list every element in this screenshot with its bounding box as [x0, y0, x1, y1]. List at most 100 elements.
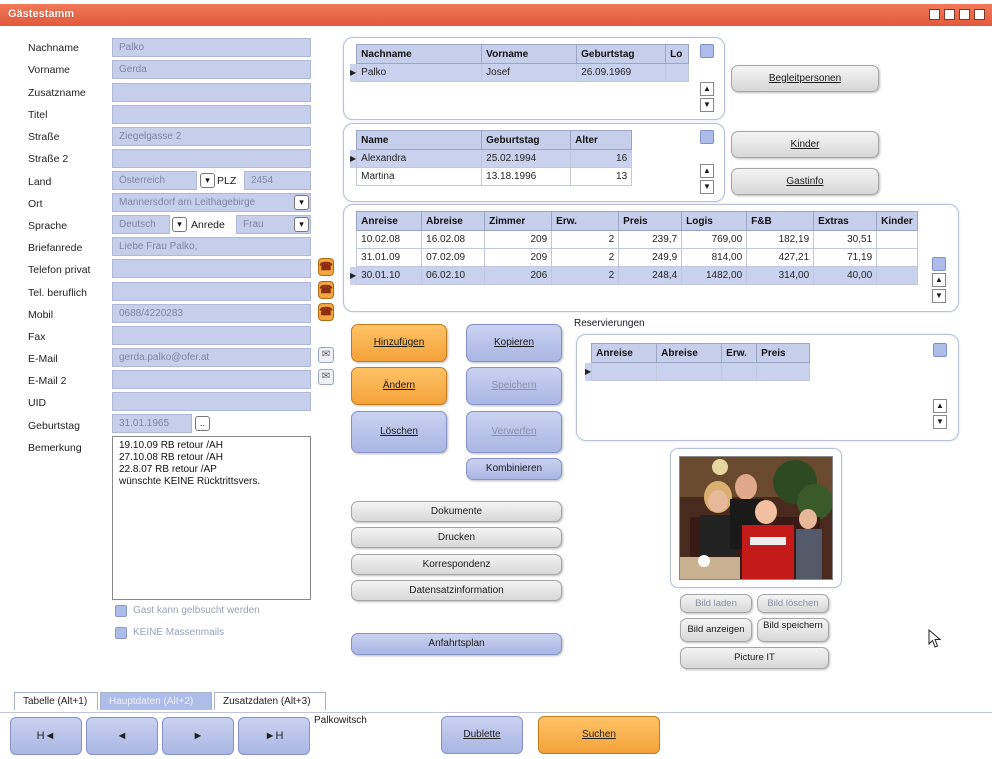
tel-beruflich-field[interactable]	[112, 282, 311, 301]
scroll-up-icon[interactable]: ▲	[700, 82, 714, 96]
column-header[interactable]: Nachname	[356, 44, 483, 64]
table-row[interactable]: ▶ Alexandra 25.02.1994 16	[350, 149, 633, 168]
tab-zusatzdaten[interactable]: Zusatzdaten (Alt+3)	[214, 692, 326, 710]
scroll-up-icon[interactable]: ▲	[932, 273, 946, 287]
date-picker-button[interactable]: ..	[195, 416, 210, 431]
anfahrtsplan-button[interactable]: Anfahrtsplan	[351, 633, 562, 655]
land-select[interactable]: Österreich	[112, 171, 197, 190]
mail-icon[interactable]: ✉	[318, 347, 334, 363]
table-row[interactable]: ▶ Palko Josef 26.09.1969	[350, 63, 690, 82]
picture-it-button[interactable]: Picture IT	[680, 647, 829, 669]
previous-record-button[interactable]: ◄	[86, 717, 158, 755]
bild-laden-button[interactable]: Bild laden	[680, 594, 752, 613]
vorname-field[interactable]: Gerda	[112, 60, 311, 79]
column-header[interactable]: Zimmer	[484, 211, 553, 231]
phone-icon[interactable]: ☎	[318, 281, 334, 299]
column-header[interactable]: Extras	[813, 211, 878, 231]
briefanrede-field[interactable]: Liebe Frau Palko,	[112, 237, 311, 256]
scroll-thumb[interactable]	[700, 130, 714, 144]
scroll-down-icon[interactable]: ▼	[933, 415, 947, 429]
scroll-thumb[interactable]	[700, 44, 714, 58]
scroll-up-icon[interactable]: ▲	[700, 164, 714, 178]
last-record-button[interactable]: ►H	[238, 717, 310, 755]
verwerfen-button[interactable]: Verwerfen	[466, 411, 562, 453]
stays-scrollbar[interactable]: ▲ ▼	[932, 211, 946, 303]
sprache-select[interactable]: Deutsch	[112, 215, 170, 234]
partner-scrollbar[interactable]: ▲ ▼	[700, 44, 714, 112]
table-row[interactable]: ▶	[585, 362, 811, 381]
scroll-down-icon[interactable]: ▼	[700, 180, 714, 194]
scroll-down-icon[interactable]: ▼	[700, 98, 714, 112]
strasse2-field[interactable]	[112, 149, 311, 168]
kinder-button[interactable]: Kinder	[731, 131, 879, 158]
column-header[interactable]: Lo	[665, 44, 690, 64]
bild-loeschen-button[interactable]: Bild löschen	[757, 594, 829, 613]
column-header[interactable]: Abreise	[656, 343, 723, 363]
begleitpersonen-button[interactable]: Begleitpersonen	[731, 65, 879, 92]
column-header[interactable]: Logis	[681, 211, 748, 231]
dokumente-button[interactable]: Dokumente	[351, 501, 562, 522]
kopieren-button[interactable]: Kopieren	[466, 324, 562, 362]
mail-icon[interactable]: ✉	[318, 369, 334, 385]
geburtstag-field[interactable]: 31.01.1965	[112, 414, 192, 433]
telefon-privat-field[interactable]	[112, 259, 311, 278]
email-field[interactable]: gerda.palko@ofer.at	[112, 348, 311, 367]
email2-field[interactable]	[112, 370, 311, 389]
kinder-scrollbar[interactable]: ▲ ▼	[700, 130, 714, 194]
bemerkung-textarea[interactable]: 19.10.09 RB retour /AH 27.10.08 RB retou…	[112, 436, 311, 600]
dropdown-arrow-icon[interactable]: ▾	[200, 173, 215, 188]
reservierungen-scrollbar[interactable]: ▲ ▼	[933, 343, 947, 433]
column-header[interactable]: Geburtstag	[576, 44, 667, 64]
column-header[interactable]: Preis	[756, 343, 811, 363]
phone-icon[interactable]: ☎	[318, 258, 334, 276]
next-record-button[interactable]: ►	[162, 717, 234, 755]
scroll-thumb[interactable]	[933, 343, 947, 357]
close-button[interactable]	[974, 9, 985, 20]
uid-field[interactable]	[112, 392, 311, 411]
hinzufuegen-button[interactable]: Hinzufügen	[351, 324, 447, 362]
titel-field[interactable]	[112, 105, 311, 124]
zusatzname-field[interactable]	[112, 83, 311, 102]
gelbsucht-checkbox[interactable]	[115, 605, 127, 617]
column-header[interactable]: Geburtstag	[481, 130, 572, 150]
dropdown-arrow-icon[interactable]: ▾	[172, 217, 187, 232]
restore-button[interactable]	[944, 9, 955, 20]
column-header[interactable]: Anreise	[356, 211, 423, 231]
loeschen-button[interactable]: Löschen	[351, 411, 447, 453]
minimize-button[interactable]	[929, 9, 940, 20]
column-header[interactable]: F&B	[746, 211, 815, 231]
column-header[interactable]: Preis	[618, 211, 683, 231]
scroll-down-icon[interactable]: ▼	[932, 289, 946, 303]
datensatzinformation-button[interactable]: Datensatzinformation	[351, 580, 562, 601]
massenmails-checkbox[interactable]	[115, 627, 127, 639]
aendern-button[interactable]: Ändern	[351, 367, 447, 405]
maximize-button[interactable]	[959, 9, 970, 20]
ort-select[interactable]: Mannersdorf am Leithagebirge	[112, 193, 311, 212]
suchen-button[interactable]: Suchen	[538, 716, 660, 754]
scroll-thumb[interactable]	[932, 257, 946, 271]
column-header[interactable]: Alter	[570, 130, 633, 150]
nachname-field[interactable]: Palko	[112, 38, 311, 57]
phone-icon[interactable]: ☎	[318, 303, 334, 321]
first-record-button[interactable]: H◄	[10, 717, 82, 755]
bild-speichern-button[interactable]: Bild speichern	[757, 618, 829, 642]
bild-anzeigen-button[interactable]: Bild anzeigen	[680, 618, 752, 642]
dropdown-arrow-icon[interactable]: ▾	[294, 217, 309, 232]
column-header[interactable]: Kinder	[876, 211, 919, 231]
drucken-button[interactable]: Drucken	[351, 527, 562, 548]
table-row[interactable]: 31.01.09 07.02.09 209 2 249,9 814,00 427…	[350, 248, 919, 267]
strasse-field[interactable]: Ziegelgasse 2	[112, 127, 311, 146]
scroll-up-icon[interactable]: ▲	[933, 399, 947, 413]
tab-tabelle[interactable]: Tabelle (Alt+1)	[14, 692, 98, 710]
table-row[interactable]: Martina 13.18.1996 13	[350, 167, 633, 186]
table-row[interactable]: ▶ 30.01.10 06.02.10 206 2 248,4 1482,00 …	[350, 266, 919, 285]
tab-hauptdaten[interactable]: Hauptdaten (Alt+2)	[100, 692, 212, 710]
speichern-button[interactable]: Speichern	[466, 367, 562, 405]
column-header[interactable]: Abreise	[421, 211, 486, 231]
column-header[interactable]: Erw.	[721, 343, 758, 363]
kombinieren-button[interactable]: Kombinieren	[466, 458, 562, 480]
table-row[interactable]: 10.02.08 16.02.08 209 2 239,7 769,00 182…	[350, 230, 919, 249]
search-text[interactable]: Palkowitsch	[314, 715, 367, 726]
column-header[interactable]: Name	[356, 130, 483, 150]
plz-field[interactable]: 2454	[244, 171, 311, 190]
